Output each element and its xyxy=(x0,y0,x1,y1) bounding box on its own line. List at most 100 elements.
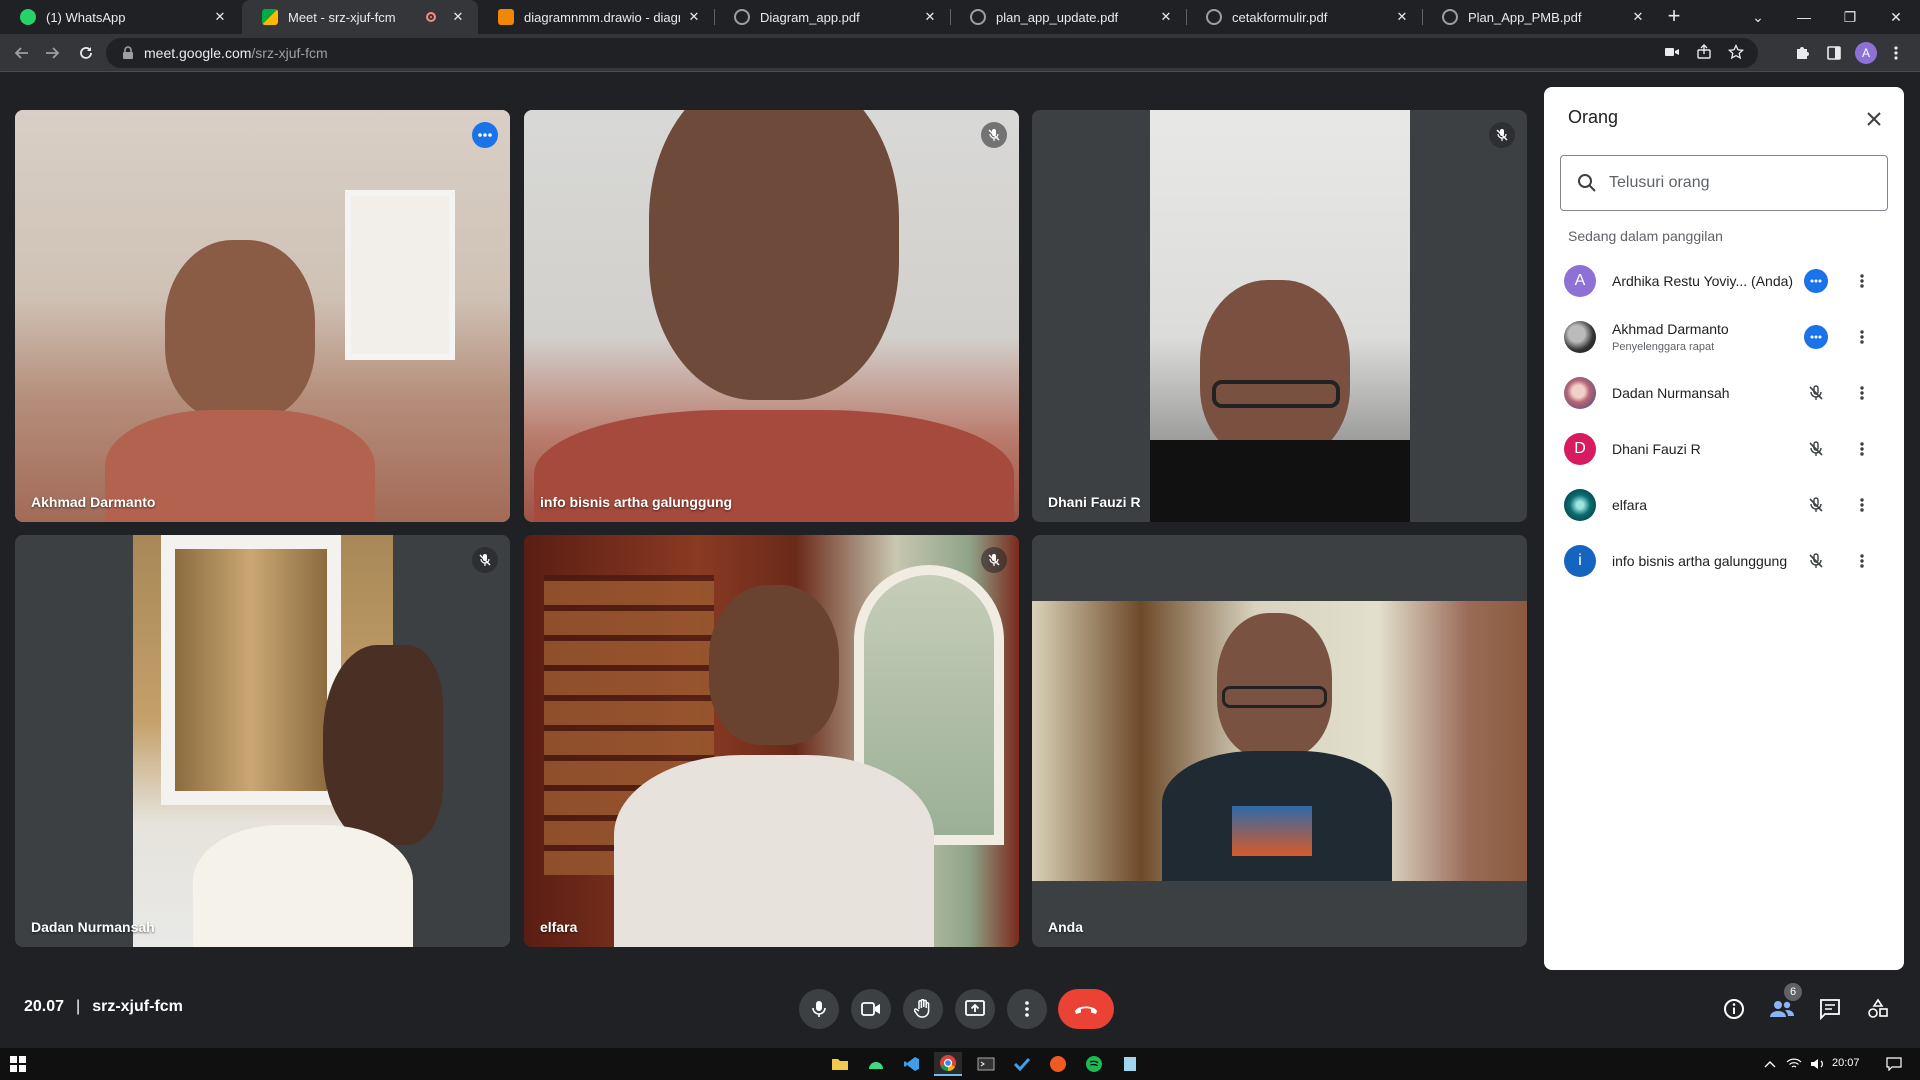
video-feed xyxy=(524,110,1019,522)
avatar: i xyxy=(1564,545,1596,577)
postman-taskbar-icon[interactable] xyxy=(1044,1052,1072,1076)
participant-name: Anda xyxy=(1048,919,1083,935)
new-tab-button[interactable]: + xyxy=(1662,5,1686,29)
camera-button[interactable] xyxy=(851,989,891,1029)
raise-hand-button[interactable] xyxy=(903,989,943,1029)
video-tile-dhani-fauzi-r[interactable]: Dhani Fauzi R xyxy=(1032,110,1527,522)
video-feed xyxy=(1150,110,1410,522)
share-icon[interactable] xyxy=(1696,44,1712,63)
more-options-button[interactable] xyxy=(1850,381,1874,405)
tab-cetakformulir-pdf[interactable]: cetakformulir.pdf ✕ xyxy=(1186,0,1422,34)
reload-button[interactable] xyxy=(72,39,100,67)
video-tile-anda[interactable]: Anda xyxy=(1032,535,1527,947)
avatar xyxy=(1564,377,1596,409)
taskbar-clock[interactable]: 20:07 xyxy=(1832,1057,1860,1069)
todo-taskbar-icon[interactable] xyxy=(1008,1052,1036,1076)
camera-in-use-icon[interactable] xyxy=(1664,45,1680,62)
volume-icon[interactable] xyxy=(1804,1052,1832,1076)
video-tile-info-bisnis[interactable]: info bisnis artha galunggung xyxy=(524,110,1019,522)
vscode-taskbar-icon[interactable] xyxy=(898,1052,926,1076)
meeting-details: 20.07 | srz-xjuf-fcm xyxy=(24,998,183,1016)
participant-row[interactable]: i info bisnis artha galunggung xyxy=(1544,533,1904,589)
participant-row[interactable]: Dadan Nurmansah xyxy=(1544,365,1904,421)
profile-avatar[interactable]: A xyxy=(1855,42,1877,64)
microphone-button[interactable] xyxy=(799,989,839,1029)
more-options-button[interactable] xyxy=(1007,989,1047,1029)
meeting-details-button[interactable] xyxy=(1720,995,1748,1023)
video-tile-akhmad-darmanto[interactable]: Akhmad Darmanto xyxy=(15,110,510,522)
search-people-input[interactable] xyxy=(1609,174,1869,192)
spotify-taskbar-icon[interactable] xyxy=(1080,1052,1108,1076)
terminal-taskbar-icon[interactable] xyxy=(972,1052,1000,1076)
side-panel-icon[interactable] xyxy=(1822,41,1846,65)
chat-icon xyxy=(1820,999,1840,1020)
participant-name: info bisnis artha galunggung xyxy=(540,494,733,510)
globe-icon xyxy=(1442,9,1458,25)
mic-off-icon xyxy=(1489,122,1515,148)
avatar xyxy=(1564,321,1596,353)
tab-google-meet[interactable]: Meet - srz-xjuf-fcm ✕ xyxy=(242,0,478,34)
windows-logo-icon xyxy=(10,1056,26,1072)
tab-plan-app-pmb-pdf[interactable]: Plan_App_PMB.pdf ✕ xyxy=(1422,0,1658,34)
more-options-button[interactable] xyxy=(1850,325,1874,349)
tab-plan-app-update-pdf[interactable]: plan_app_update.pdf ✕ xyxy=(950,0,1186,34)
bookmark-star-icon[interactable] xyxy=(1727,43,1745,63)
people-search-box[interactable] xyxy=(1560,155,1888,211)
google-meet-icon xyxy=(262,9,278,25)
tab-drawio[interactable]: diagramnmm.drawio - diagrams.net ✕ xyxy=(478,0,714,34)
present-screen-button[interactable] xyxy=(955,989,995,1029)
chat-button[interactable] xyxy=(1816,995,1844,1023)
participant-name: Ardhika Restu Yoviy... (Anda) xyxy=(1612,273,1794,289)
more-options-button[interactable] xyxy=(1850,493,1874,517)
activities-button[interactable] xyxy=(1864,995,1892,1023)
participant-name: Dadan Nurmansah xyxy=(1612,385,1730,401)
file-explorer-taskbar-icon[interactable] xyxy=(826,1052,854,1076)
url-host: meet.google.com xyxy=(144,45,252,61)
close-tab-icon[interactable]: ✕ xyxy=(1630,9,1646,25)
more-options-button[interactable] xyxy=(1850,549,1874,573)
chrome-menu-icon[interactable] xyxy=(1884,41,1908,65)
close-tab-icon[interactable]: ✕ xyxy=(686,9,702,25)
participant-row[interactable]: elfara xyxy=(1544,477,1904,533)
participant-row[interactable]: Akhmad Darmanto Penyelenggara rapat xyxy=(1544,309,1904,365)
extensions-puzzle-icon[interactable] xyxy=(1790,41,1814,65)
notepad-taskbar-icon[interactable] xyxy=(1116,1052,1144,1076)
close-tab-icon[interactable]: ✕ xyxy=(450,9,466,25)
restore-window-button[interactable]: ❐ xyxy=(1828,0,1872,34)
close-panel-button[interactable] xyxy=(1860,105,1888,133)
minimize-window-button[interactable]: — xyxy=(1782,0,1826,34)
address-bar[interactable]: meet.google.com/srz-xjuf-fcm xyxy=(106,38,1758,68)
tab-search-chevron-icon[interactable]: ⌄ xyxy=(1736,0,1780,34)
video-feed xyxy=(524,535,1019,947)
close-window-button[interactable]: ✕ xyxy=(1874,0,1918,34)
android-studio-taskbar-icon[interactable] xyxy=(862,1052,890,1076)
participant-row[interactable]: D Dhani Fauzi R xyxy=(1544,421,1904,477)
chrome-taskbar-icon[interactable] xyxy=(934,1052,962,1076)
leave-call-button[interactable] xyxy=(1058,989,1114,1029)
tab-title: cetakformulir.pdf xyxy=(1232,9,1328,25)
participant-name: elfara xyxy=(1612,497,1648,513)
tab-diagram-app-pdf[interactable]: Diagram_app.pdf ✕ xyxy=(714,0,950,34)
forward-button[interactable] xyxy=(38,39,66,67)
drawio-icon xyxy=(498,9,514,25)
more-options-button[interactable] xyxy=(1850,437,1874,461)
video-tile-elfara[interactable]: elfara xyxy=(524,535,1019,947)
tab-whatsapp[interactable]: (1) WhatsApp ✕ xyxy=(0,0,240,34)
video-tile-dadan-nurmansah[interactable]: Dadan Nurmansah xyxy=(15,535,510,947)
close-tab-icon[interactable]: ✕ xyxy=(1158,9,1174,25)
url-path: /srz-xjuf-fcm xyxy=(251,45,328,61)
avatar: A xyxy=(1564,265,1596,297)
more-options-button[interactable] xyxy=(1850,269,1874,293)
more-vert-icon xyxy=(1860,498,1864,512)
participant-row[interactable]: A Ardhika Restu Yoviy... (Anda) xyxy=(1544,253,1904,309)
back-button[interactable] xyxy=(8,39,36,67)
people-panel: Orang Sedang dalam panggilan A Ardhika R… xyxy=(1544,87,1904,970)
windows-start-button[interactable] xyxy=(4,1052,32,1076)
close-tab-icon[interactable]: ✕ xyxy=(212,9,228,25)
close-tab-icon[interactable]: ✕ xyxy=(922,9,938,25)
notifications-icon[interactable] xyxy=(1880,1052,1908,1076)
browser-toolbar: meet.google.com/srz-xjuf-fcm xyxy=(0,34,1920,72)
close-tab-icon[interactable]: ✕ xyxy=(1394,9,1410,25)
video-feed xyxy=(15,110,510,522)
participant-name: info bisnis artha galunggung xyxy=(1612,553,1788,569)
